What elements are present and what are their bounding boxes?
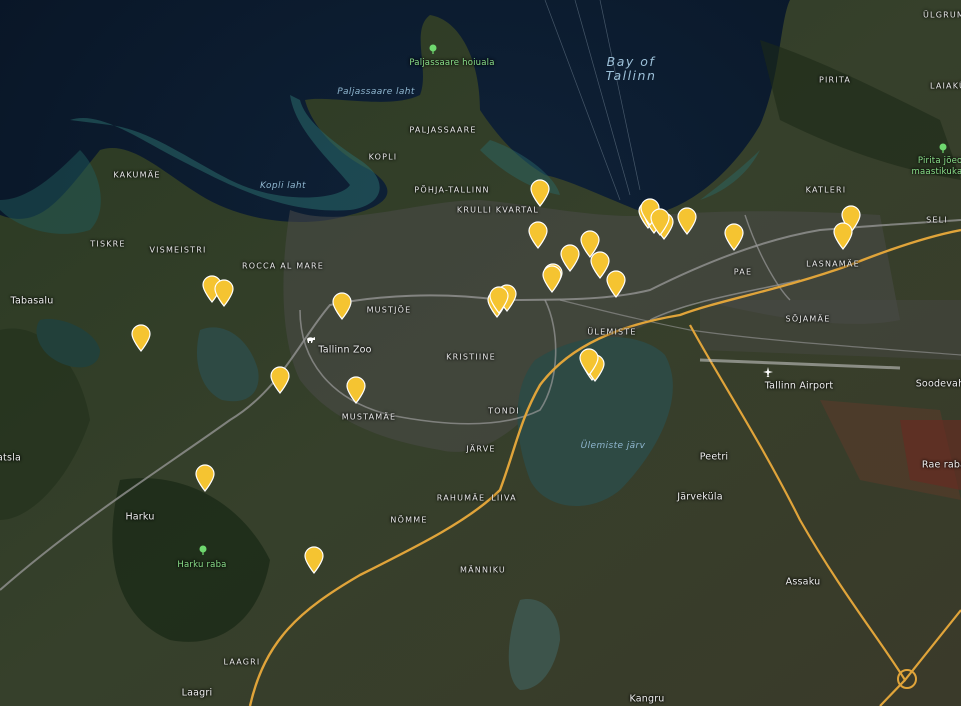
district-label: Katleri [805,185,847,195]
marker-pin-icon [214,279,234,307]
map-marker[interactable] [303,546,325,574]
nature-label: Pirita jõeor [917,156,961,166]
district-label: Lasnamäe [806,259,860,269]
district-label: Rocca al Mare [241,261,325,271]
district-label: Järve [466,444,496,454]
marker-pin-icon [650,208,670,236]
zoo-icon [306,330,316,348]
place-label: Soodevah [915,378,961,390]
district-label: Mustamäe [341,412,397,422]
district-label: Mustjõe [366,305,412,315]
map-marker[interactable] [832,222,854,250]
map-view[interactable]: Paljassaare laht Kopli laht Ülemiste jär… [0,0,961,706]
marker-pin-icon [195,464,215,492]
map-marker[interactable] [578,348,600,376]
map-marker[interactable] [194,464,216,492]
place-label: Rae raba [921,459,961,471]
nature-label: maastikukait [911,167,961,177]
marker-pin-icon [677,207,697,235]
district-label: Ülemiste [587,327,637,337]
marker-pin-icon [304,546,324,574]
place-label: Peetri [699,451,729,463]
map-marker[interactable] [130,324,152,352]
marker-pin-icon [332,292,352,320]
marker-pin-icon [489,286,509,314]
marker-pin-icon [606,270,626,298]
place-label: Harku [125,511,155,523]
district-label: Männiku [460,565,506,575]
water-label-kopli-laht: Kopli laht [260,181,306,191]
map-marker[interactable] [345,376,367,404]
district-label: Kopli [368,152,398,162]
map-marker[interactable] [723,223,745,251]
map-marker[interactable] [541,265,563,293]
place-label-zoo: Tallinn Zoo [318,344,372,356]
place-label: Järveküla [677,491,723,503]
bay-label-line-1: Bay of [606,54,656,69]
map-marker[interactable] [529,179,551,207]
marker-pin-icon [346,376,366,404]
district-label: Liiva [491,493,517,503]
bay-label-line-2: Tallinn [605,68,657,83]
tree-icon [198,542,208,560]
map-marker[interactable] [649,208,671,236]
water-label-bay-of-tallinn: Bay of Tallinn [606,55,657,83]
district-label: Pirita [818,75,852,85]
nature-label: Harku raba [177,560,227,570]
water-label-paljassaare-laht: Paljassaare laht [337,87,415,97]
tree-icon [428,41,438,59]
district-label: Ülgrum [922,10,961,20]
marker-pin-icon [528,221,548,249]
map-marker[interactable] [269,366,291,394]
place-label: Kangru [629,693,665,705]
place-label: Assaku [785,576,821,588]
marker-pin-icon [833,222,853,250]
map-marker[interactable] [605,270,627,298]
place-label-airport: Tallinn Airport [764,380,834,392]
district-label: Kristiine [446,352,496,362]
map-marker[interactable] [488,286,510,314]
district-label: Põhja-Tallinn [414,185,490,195]
district-label: Paljassaare [409,125,477,135]
marker-pin-icon [131,324,151,352]
district-label: Krulli kvartal [456,205,540,215]
map-marker[interactable] [213,279,235,307]
district-label: Vismeistri [149,245,207,255]
nature-label: Paljassaare hoiuala [409,58,495,68]
marker-pin-icon [579,348,599,376]
map-marker[interactable] [676,207,698,235]
marker-pin-icon [542,265,562,293]
place-label: Tabasalu [10,295,54,307]
district-label: Rahumäe [436,493,486,503]
map-marker[interactable] [331,292,353,320]
water-label-ulemiste-jarv: Ülemiste järv [580,441,646,451]
district-label: Sõjamäe [785,314,831,324]
place-label: atsla [0,452,21,464]
district-label: Tondi [488,406,520,416]
district-label: Tiskre [90,239,126,249]
district-label: Nõmme [390,515,428,525]
place-label: Laagri [181,687,213,699]
marker-pin-icon [270,366,290,394]
map-marker[interactable] [527,221,549,249]
district-label: Laagri [223,657,261,667]
airplane-icon [763,364,773,382]
marker-pin-icon [530,179,550,207]
district-label: Kakumäe [113,170,161,180]
district-label: Pae [733,267,753,277]
district-label: Seli [926,215,948,225]
marker-pin-icon [724,223,744,251]
district-label: Laiakü [929,81,961,91]
